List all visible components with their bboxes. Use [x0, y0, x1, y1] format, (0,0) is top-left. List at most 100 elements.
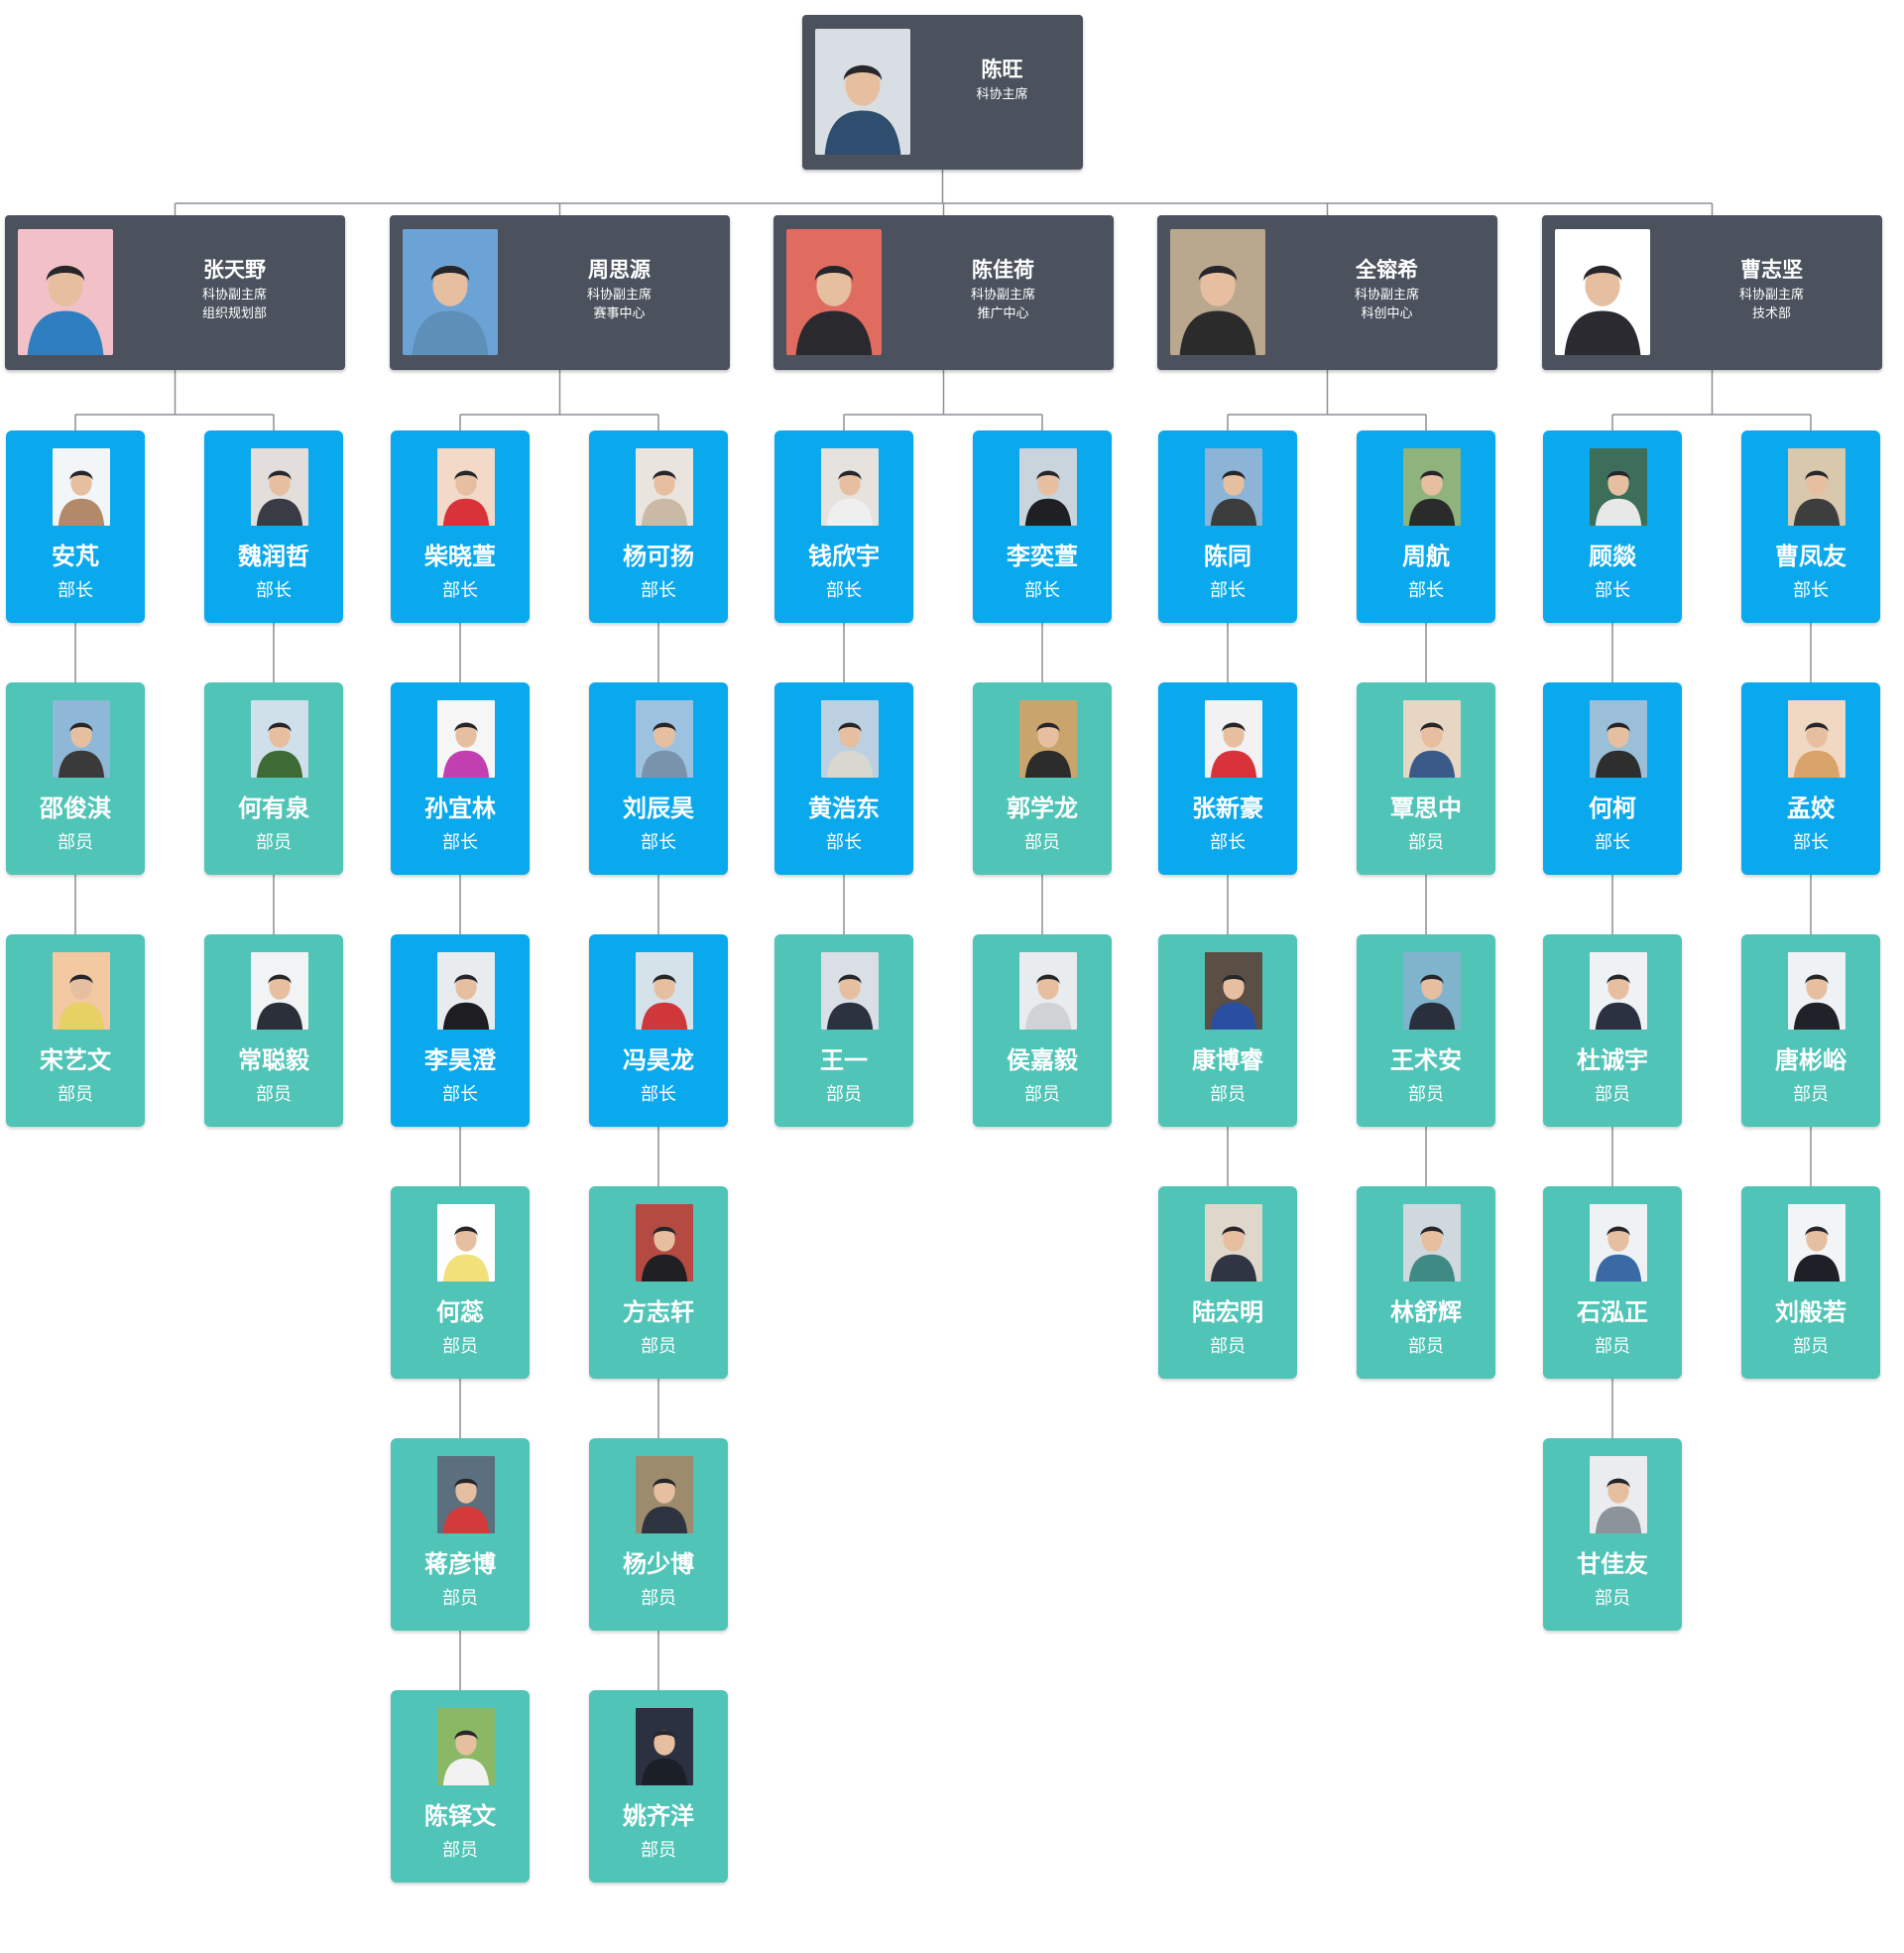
person-name: 张新豪 [1192, 795, 1263, 822]
head-card: 刘辰昊 部长 [589, 682, 728, 875]
node-dept: 科创中心 [1361, 305, 1413, 320]
person-role: 部长 [1408, 580, 1444, 600]
avatar [1590, 448, 1647, 526]
person-name: 刘般若 [1775, 1299, 1846, 1326]
avatar-photo [1788, 1204, 1845, 1282]
member-card: 常聪毅 部员 [204, 934, 343, 1127]
person-name: 甘佳友 [1577, 1551, 1648, 1578]
member-card: 杜诚宇 部员 [1543, 934, 1682, 1127]
person-role: 部员 [256, 832, 292, 852]
avatar [1403, 952, 1461, 1030]
person-role: 部员 [1408, 1336, 1444, 1356]
person-role: 部员 [1024, 1084, 1060, 1104]
avatar-photo [636, 1456, 693, 1533]
person-role: 部长 [641, 1084, 676, 1104]
avatar-photo [251, 952, 308, 1030]
avatar-photo [437, 448, 495, 526]
person-name: 李奕萱 [1007, 544, 1078, 570]
avatar-photo [437, 1204, 495, 1282]
avatar-photo [53, 700, 110, 778]
node-info: 张天野 科协副主席 组织规划部 [132, 257, 337, 322]
avatar [437, 448, 495, 526]
person-name: 杜诚宇 [1577, 1047, 1648, 1074]
member-card: 郭学龙 部员 [973, 682, 1112, 875]
avatar-photo [1205, 700, 1262, 778]
head-card: 顾燚 部长 [1543, 430, 1682, 623]
avatar-photo [53, 952, 110, 1030]
person-name: 李昊澄 [424, 1047, 496, 1074]
avatar-photo [437, 952, 495, 1030]
member-card: 刘般若 部员 [1741, 1186, 1880, 1379]
avatar-photo [1590, 952, 1647, 1030]
head-card: 魏润哲 部长 [204, 430, 343, 623]
node-title: 科协副主席 [586, 287, 652, 302]
avatar-photo [636, 1204, 693, 1282]
head-card: 曹凤友 部长 [1741, 430, 1880, 623]
node-name: 周思源 [588, 259, 651, 282]
person-role: 部员 [1793, 1084, 1829, 1104]
person-name: 覃思中 [1390, 795, 1462, 822]
member-card: 王一 部员 [774, 934, 913, 1127]
avatar [636, 1204, 693, 1282]
avatar-photo [53, 448, 110, 526]
person-name: 方志轩 [623, 1299, 694, 1326]
person-name: 孙宜林 [424, 795, 496, 822]
person-role: 部员 [1408, 832, 1444, 852]
person-role: 部员 [58, 1084, 93, 1104]
node-info: 全镕希 科协副主席 科创中心 [1284, 257, 1489, 322]
person-name: 唐彬峪 [1775, 1047, 1846, 1074]
node-name: 曹志坚 [1740, 259, 1803, 282]
avatar [1788, 952, 1845, 1030]
person-name: 顾燚 [1589, 544, 1636, 570]
person-name: 王术安 [1390, 1047, 1462, 1074]
avatar [821, 952, 879, 1030]
node-name: 全镕希 [1356, 259, 1418, 282]
person-name: 孟姣 [1787, 795, 1835, 822]
head-card: 陈同 部长 [1158, 430, 1297, 623]
member-card: 石泓正 部员 [1543, 1186, 1682, 1379]
avatar [251, 448, 308, 526]
node-title: 科协主席 [976, 86, 1028, 101]
member-card: 林舒辉 部员 [1357, 1186, 1495, 1379]
head-card: 钱欣宇 部长 [774, 430, 913, 623]
person-name: 郭学龙 [1007, 795, 1078, 822]
member-card: 邵俊淇 部员 [6, 682, 145, 875]
person-name: 安芃 [52, 544, 99, 570]
person-role: 部长 [1595, 580, 1630, 600]
avatar [437, 1456, 495, 1533]
avatar [437, 1708, 495, 1785]
member-card: 康博睿 部员 [1158, 934, 1297, 1127]
avatar-photo [251, 700, 308, 778]
person-name: 常聪毅 [238, 1047, 309, 1074]
person-name: 王一 [820, 1047, 868, 1074]
avatar-photo [1590, 1204, 1647, 1282]
node-info: 曹志坚 科协副主席 技术部 [1669, 257, 1874, 322]
avatar [636, 700, 693, 778]
avatar-photo [1555, 229, 1650, 355]
avatar-photo [437, 1708, 495, 1785]
member-card: 杨少博 部员 [589, 1438, 728, 1631]
person-role: 部员 [1210, 1336, 1246, 1356]
person-name: 周航 [1402, 544, 1450, 570]
member-card: 姚齐洋 部员 [589, 1690, 728, 1883]
avatar-photo [1403, 448, 1461, 526]
head-card: 李昊澄 部长 [391, 934, 530, 1127]
node-dept: 推广中心 [977, 305, 1029, 320]
avatar-photo [18, 229, 113, 355]
member-card: 陆宏明 部员 [1158, 1186, 1297, 1379]
head-card: 安芃 部长 [6, 430, 145, 623]
vice-chair-node: 全镕希 科协副主席 科创中心 [1157, 215, 1497, 370]
avatar-photo [1590, 1456, 1647, 1533]
person-role: 部长 [442, 1084, 478, 1104]
person-role: 部员 [1595, 1588, 1630, 1608]
node-title: 科协副主席 [970, 287, 1035, 302]
avatar-photo [1205, 952, 1262, 1030]
person-name: 宋艺文 [40, 1047, 111, 1074]
avatar [1019, 448, 1077, 526]
avatar [437, 700, 495, 778]
person-role: 部长 [256, 580, 292, 600]
person-role: 部长 [826, 832, 862, 852]
avatar [53, 700, 110, 778]
person-name: 魏润哲 [238, 544, 309, 570]
member-card: 宋艺文 部员 [6, 934, 145, 1127]
